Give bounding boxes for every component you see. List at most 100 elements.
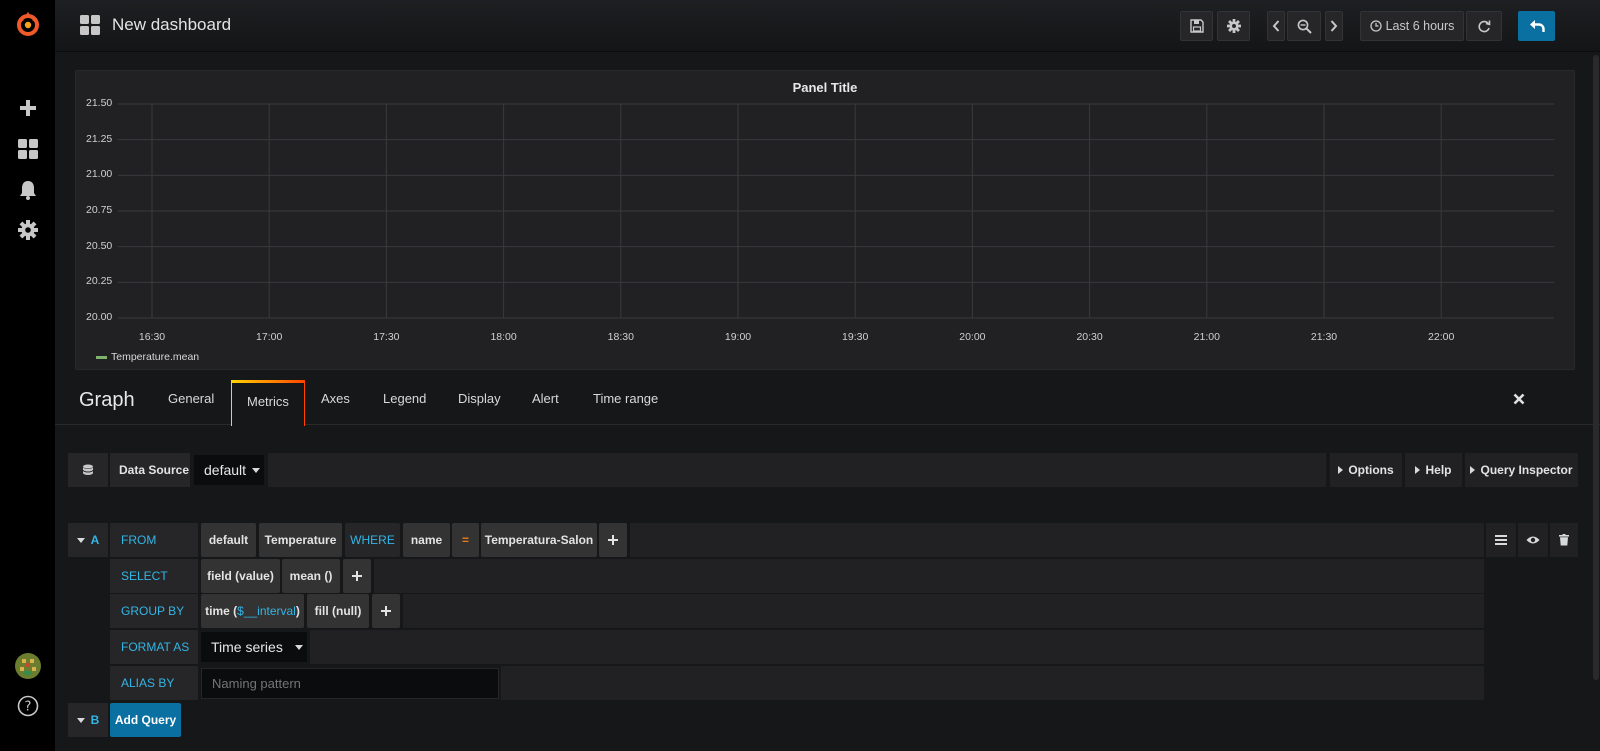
x-tick-label: 20:30	[1076, 331, 1103, 343]
close-editor-icon[interactable]	[1513, 392, 1525, 410]
time-shift-forward-button[interactable]	[1325, 11, 1343, 41]
query-b-toggle[interactable]: B	[68, 703, 108, 737]
query-b-letter: B	[90, 713, 100, 727]
from-policy[interactable]: default	[201, 523, 256, 557]
dashboard-title[interactable]: New dashboard	[112, 15, 231, 35]
add-select-button[interactable]	[343, 559, 371, 593]
dashboard-settings-button[interactable]	[1217, 11, 1250, 41]
plus-icon	[608, 535, 618, 545]
refresh-icon	[1478, 20, 1491, 33]
query-a-toggle[interactable]: A	[68, 523, 108, 557]
query-inspector-label: Query Inspector	[1480, 463, 1573, 477]
time-range-label: Last 6 hours	[1385, 19, 1455, 33]
add-query-button[interactable]: Add Query	[110, 703, 181, 737]
tab-display[interactable]: Display	[458, 391, 501, 406]
tab-axes[interactable]: Axes	[321, 391, 350, 406]
time-range-picker[interactable]: Last 6 hours	[1360, 11, 1464, 41]
add-group-by-button[interactable]	[372, 594, 400, 628]
datasource-row-filler	[268, 453, 1326, 487]
chevron-right-icon	[1330, 20, 1338, 32]
where-tag-value[interactable]: Temperatura-Salon	[481, 523, 597, 557]
group-by-fill[interactable]: fill (null)	[307, 594, 369, 628]
clock-icon	[1369, 20, 1382, 32]
y-tick-label: 21.50	[86, 97, 113, 109]
alias-by-row-filler	[501, 666, 1484, 700]
select-field[interactable]: field (value)	[201, 559, 280, 593]
chevron-left-icon	[1272, 20, 1280, 32]
tab-metrics[interactable]: Metrics	[231, 380, 305, 426]
where-tag-key[interactable]: name	[403, 523, 450, 557]
grafana-logo-icon[interactable]	[0, 4, 55, 44]
x-tick-label: 19:30	[842, 331, 869, 343]
time-shift-back-button[interactable]	[1267, 11, 1285, 41]
x-tick-label: 17:00	[256, 331, 283, 343]
tab-legend[interactable]: Legend	[383, 391, 426, 406]
plus-icon	[381, 606, 391, 616]
from-measurement[interactable]: Temperature	[259, 523, 342, 557]
alias-by-label: ALIAS BY	[110, 666, 198, 700]
editor-title: Graph	[79, 389, 135, 411]
gear-icon	[1226, 19, 1241, 33]
graph-plot[interactable]	[76, 71, 1576, 371]
datasource-icon	[68, 453, 108, 487]
graph-panel: Panel Title 21.50 21.25 21.00 20.75 20.50 20.…	[75, 70, 1575, 370]
help-button[interactable]: Help	[1405, 453, 1462, 487]
legend-item[interactable]: Temperature.mean	[96, 351, 199, 363]
format-as-label: FORMAT AS	[110, 630, 198, 664]
zoom-out-icon	[1297, 19, 1312, 34]
x-tick-label: 17:30	[373, 331, 400, 343]
from-row-filler	[630, 523, 1484, 557]
zoom-out-button[interactable]	[1287, 11, 1321, 41]
options-button[interactable]: Options	[1330, 453, 1402, 487]
add-where-button[interactable]	[599, 523, 627, 557]
group-by-row-filler	[403, 594, 1484, 628]
alias-by-input[interactable]	[201, 668, 499, 699]
select-aggregation[interactable]: mean ()	[282, 559, 340, 593]
caret-right-icon	[1338, 466, 1344, 474]
toggle-query-visibility-button[interactable]	[1518, 523, 1548, 557]
legend-color-swatch	[96, 355, 107, 359]
undo-arrow-icon	[1529, 20, 1545, 32]
trash-icon	[1559, 534, 1569, 546]
dashboards-grid-icon[interactable]	[0, 129, 55, 169]
tab-time-range[interactable]: Time range	[593, 391, 658, 406]
side-menu: ?	[0, 0, 55, 751]
query-menu-button[interactable]	[1486, 523, 1516, 557]
x-tick-label: 19:00	[724, 331, 752, 343]
create-plus-icon[interactable]	[0, 88, 55, 128]
format-as-select[interactable]: Time series	[201, 632, 307, 662]
datasource-label: Data Source	[110, 453, 190, 487]
panel-editor-header: Graph General Metrics Axes Legend Displa…	[55, 380, 1600, 426]
caret-down-icon	[76, 537, 85, 543]
tab-general[interactable]: General	[168, 391, 214, 406]
x-tick-label: 21:00	[1193, 331, 1220, 343]
alerting-bell-icon[interactable]	[0, 170, 55, 210]
help-question-icon[interactable]: ?	[0, 686, 55, 726]
delete-query-button[interactable]	[1550, 523, 1578, 557]
caret-right-icon	[1470, 466, 1476, 474]
y-tick-label: 21.25	[86, 132, 113, 145]
save-dashboard-button[interactable]	[1180, 11, 1213, 41]
x-tick-label: 22:00	[1428, 331, 1455, 343]
where-operator[interactable]: =	[452, 523, 479, 557]
group-by-time-prefix: time (	[205, 604, 238, 618]
refresh-button[interactable]	[1466, 11, 1502, 41]
page-scrollbar[interactable]	[1593, 55, 1599, 680]
where-label: WHERE	[345, 523, 400, 557]
y-tick-label: 21.00	[86, 168, 113, 181]
user-avatar[interactable]	[0, 646, 55, 686]
from-label: FROM	[110, 523, 198, 557]
back-to-dashboard-button[interactable]	[1518, 11, 1555, 41]
y-tick-label: 20.25	[86, 275, 113, 288]
tab-alert[interactable]: Alert	[532, 391, 559, 406]
eye-icon	[1526, 536, 1540, 544]
query-inspector-button[interactable]: Query Inspector	[1465, 453, 1578, 487]
dashboard-grid-icon[interactable]	[80, 15, 100, 40]
svg-text:?: ?	[24, 700, 31, 715]
datasource-select[interactable]: default	[194, 455, 264, 485]
group-by-time[interactable]: time ($__interval)	[201, 594, 304, 628]
configuration-gear-icon[interactable]	[0, 210, 55, 250]
x-tick-label: 21:30	[1310, 331, 1338, 343]
top-navbar: New dashboard Last 6 hours	[55, 0, 1600, 52]
caret-right-icon	[1415, 466, 1421, 474]
